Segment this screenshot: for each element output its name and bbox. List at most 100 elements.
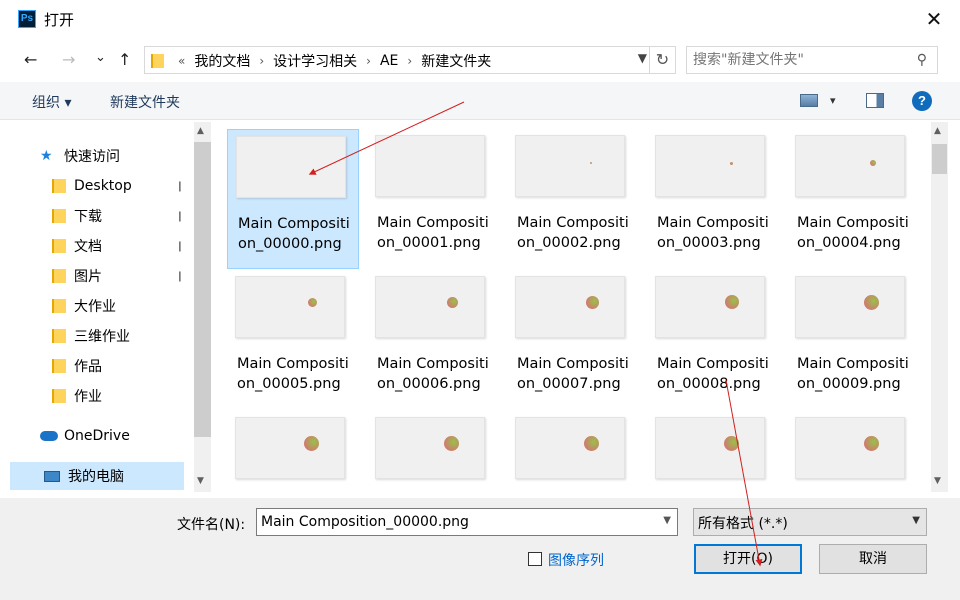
navigation-bar: ← → ⌄ ↑ « 我的文档 › 设计学习相关 › AE › 新建文件夹 ▼ ↻…: [0, 42, 960, 78]
folder-icon: [52, 179, 66, 193]
breadcrumb-separator[interactable]: ›: [259, 54, 264, 68]
file-tile[interactable]: Main Composition_00006.png: [367, 270, 499, 410]
file-tile[interactable]: Main Composition_00000.png: [227, 129, 359, 269]
pin-icon: ❙: [175, 270, 184, 282]
file-list: Main Composition_00000.png Main Compositi…: [204, 122, 931, 492]
sidebar-item-folder[interactable]: 作品: [10, 352, 184, 380]
organize-menu[interactable]: 组织 ▾: [32, 92, 71, 112]
sidebar-item-documents[interactable]: 文档 ❙: [10, 232, 184, 260]
forward-arrow-icon[interactable]: →: [62, 50, 75, 70]
folder-icon: [52, 389, 66, 403]
file-tile[interactable]: [647, 411, 779, 492]
sidebar-item-label: 三维作业: [74, 329, 130, 345]
new-folder-button[interactable]: 新建文件夹: [110, 92, 180, 112]
address-bar[interactable]: « 我的文档 › 设计学习相关 › AE › 新建文件夹 ▼ ↻: [144, 46, 676, 74]
breadcrumb-item[interactable]: AE: [380, 53, 398, 69]
photoshop-app-icon: Ps: [18, 10, 36, 28]
file-name: Main Composition_00001.png: [377, 215, 489, 251]
sidebar-item-desktop[interactable]: Desktop ❙: [10, 172, 184, 200]
sidebar-item-folder[interactable]: 作业: [10, 382, 184, 410]
sidebar-item-folder[interactable]: 大作业: [10, 292, 184, 320]
view-options-icon[interactable]: ▾: [830, 94, 836, 107]
star-icon: ★: [40, 148, 53, 164]
scrollbar-thumb[interactable]: [932, 144, 947, 174]
sidebar-item-pictures[interactable]: 图片 ❙: [10, 262, 184, 290]
cloud-icon: [40, 431, 58, 441]
folder-icon: [52, 269, 66, 283]
file-tile[interactable]: Main Composition_00003.png: [647, 129, 779, 269]
breadcrumb-item[interactable]: 新建文件夹: [421, 51, 491, 71]
breadcrumb-overflow[interactable]: «: [178, 54, 185, 68]
thumbnail-dot: [304, 436, 319, 451]
sidebar-item-folder[interactable]: 三维作业: [10, 322, 184, 350]
back-arrow-icon[interactable]: ←: [24, 50, 37, 70]
recent-locations-icon[interactable]: ⌄: [95, 48, 106, 68]
scroll-up-icon[interactable]: ▲: [934, 126, 941, 136]
file-name: Main Composition_00006.png: [377, 356, 489, 392]
cancel-button[interactable]: 取消: [819, 544, 927, 574]
sidebar-item-label: 大作业: [74, 299, 116, 315]
file-tile[interactable]: Main Composition_00005.png: [227, 270, 359, 410]
chevron-down-icon[interactable]: ▼: [663, 515, 671, 526]
address-history-icon[interactable]: ▼: [638, 51, 647, 65]
thumbnail-dot: [590, 162, 592, 164]
thumbnail-dot: [864, 295, 879, 310]
help-icon[interactable]: ?: [912, 91, 932, 111]
image-thumbnail: [795, 276, 905, 338]
preview-pane-icon[interactable]: [866, 93, 884, 108]
folder-icon: [151, 54, 164, 68]
chevron-down-icon[interactable]: ▼: [912, 515, 920, 526]
breadcrumb-separator[interactable]: ›: [366, 54, 371, 68]
sidebar-item-label: 快速访问: [64, 149, 120, 165]
file-tile[interactable]: [227, 411, 359, 492]
sidebar-item-quick-access[interactable]: ★ 快速访问: [10, 142, 184, 170]
breadcrumb-item[interactable]: 我的文档: [194, 51, 250, 71]
file-tile[interactable]: Main Composition_00004.png: [787, 129, 919, 269]
filename-combo[interactable]: ▼: [256, 508, 678, 536]
scroll-up-icon[interactable]: ▲: [197, 126, 204, 136]
thumbnail-dot: [864, 436, 879, 451]
image-sequence-checkbox[interactable]: [528, 552, 542, 566]
file-type-select[interactable]: 所有格式 (*.*) ▼: [693, 508, 927, 536]
file-tile[interactable]: Main Composition_00007.png: [507, 270, 639, 410]
file-tile[interactable]: [507, 411, 639, 492]
sidebar-item-label: 下载: [74, 209, 102, 225]
sidebar-item-label: 图片: [74, 269, 102, 285]
thumbnail-dot: [447, 297, 458, 308]
up-folder-icon[interactable]: ↑: [118, 50, 131, 70]
file-type-value: 所有格式 (*.*): [698, 516, 788, 532]
file-tile[interactable]: [367, 411, 499, 492]
sidebar-item-onedrive[interactable]: OneDrive: [10, 422, 184, 450]
scroll-down-icon[interactable]: ▼: [197, 476, 204, 486]
folder-icon: [52, 299, 66, 313]
search-icon[interactable]: ⚲: [917, 52, 927, 68]
file-tile[interactable]: [787, 411, 919, 492]
file-tile[interactable]: Main Composition_00009.png: [787, 270, 919, 410]
sidebar-item-this-pc[interactable]: 我的电脑: [10, 462, 184, 490]
thumbnail-dot: [308, 298, 317, 307]
dialog-title: 打开: [44, 11, 75, 29]
image-thumbnail: [375, 135, 485, 197]
image-thumbnail: [655, 135, 765, 197]
file-list-scrollbar[interactable]: ▲ ▼: [931, 122, 948, 492]
filename-input[interactable]: [261, 513, 651, 531]
open-button[interactable]: 打开(O): [694, 544, 802, 574]
breadcrumb-separator[interactable]: ›: [407, 54, 412, 68]
sidebar-item-downloads[interactable]: 下载 ❙: [10, 202, 184, 230]
image-thumbnail: [235, 276, 345, 338]
file-name: Main Composition_00007.png: [517, 356, 629, 392]
breadcrumb-item[interactable]: 设计学习相关: [273, 51, 357, 71]
refresh-icon[interactable]: ↻: [649, 47, 675, 73]
file-tile[interactable]: Main Composition_00002.png: [507, 129, 639, 269]
image-sequence-label[interactable]: 图像序列: [548, 550, 604, 570]
close-button[interactable]: ✕: [920, 6, 948, 32]
change-view-icon[interactable]: [800, 94, 818, 107]
search-box[interactable]: ⚲: [686, 46, 938, 74]
scroll-down-icon[interactable]: ▼: [934, 476, 941, 486]
sidebar-item-label: Desktop: [74, 178, 132, 194]
search-input[interactable]: [693, 51, 903, 69]
file-name: Main Composition_00000.png: [238, 216, 350, 252]
folder-icon: [52, 329, 66, 343]
file-tile[interactable]: Main Composition_00008.png: [647, 270, 779, 410]
file-tile[interactable]: Main Composition_00001.png: [367, 129, 499, 269]
